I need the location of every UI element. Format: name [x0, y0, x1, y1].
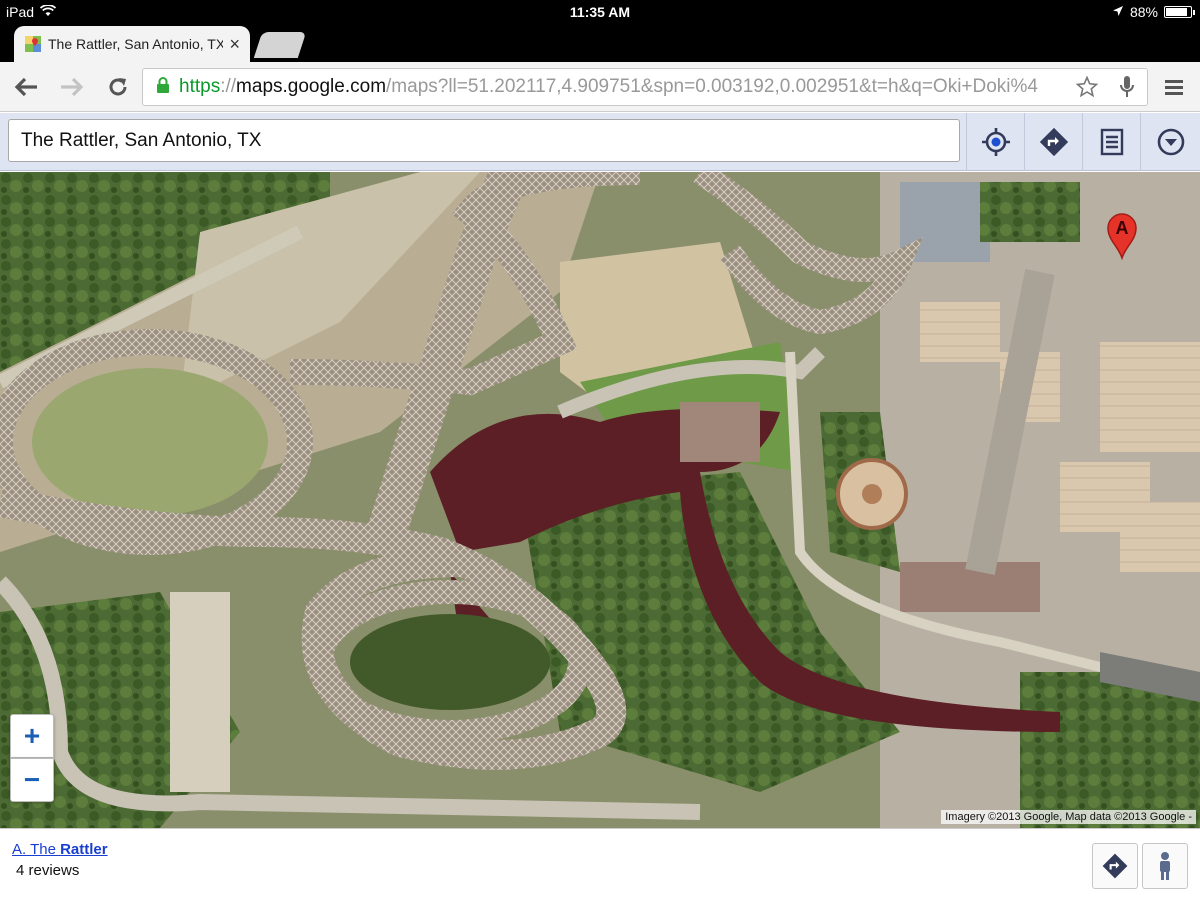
- street-view-button[interactable]: [1142, 843, 1188, 889]
- clock: 11:35 AM: [569, 4, 631, 20]
- mic-icon: [1120, 76, 1134, 97]
- address-bar[interactable]: https://maps.google.com/maps?ll=51.20211…: [142, 68, 1148, 106]
- forward-icon: [61, 77, 84, 97]
- voice-search-button[interactable]: [1107, 69, 1147, 105]
- reload-button[interactable]: [102, 72, 134, 102]
- forward-button[interactable]: [56, 72, 88, 102]
- maps-search-input[interactable]: The Rattler, San Antonio, TX: [8, 119, 960, 162]
- list-view-button[interactable]: [1082, 113, 1140, 171]
- browser-toolbar: https://maps.google.com/maps?ll=51.20211…: [0, 62, 1200, 112]
- map-marker-a[interactable]: A: [1106, 212, 1138, 260]
- options-dropdown-button[interactable]: [1140, 113, 1200, 171]
- directions-icon: [1039, 127, 1068, 157]
- zoom-out-button[interactable]: −: [10, 758, 54, 802]
- status-bar: iPad 11:35 AM 88%: [0, 0, 1200, 24]
- menu-button[interactable]: [1158, 72, 1190, 102]
- tab-strip: The Rattler, San Antonio, TX ×: [0, 24, 1200, 62]
- marker-letter: A: [1115, 218, 1129, 238]
- my-location-button[interactable]: [966, 113, 1024, 171]
- dropdown-icon: [1157, 128, 1184, 156]
- star-icon: [1076, 76, 1098, 98]
- satellite-imagery: [0, 172, 1200, 828]
- menu-icon: [1165, 80, 1183, 95]
- lock-icon: [155, 76, 171, 99]
- map-attribution: Imagery ©2013 Google, Map data ©2013 Goo…: [941, 810, 1196, 824]
- tab-active[interactable]: The Rattler, San Antonio, TX ×: [14, 26, 250, 62]
- new-tab-button[interactable]: [253, 32, 307, 58]
- bookmark-star-button[interactable]: [1067, 69, 1107, 105]
- street-view-icon: [1160, 852, 1170, 880]
- my-location-icon: [981, 128, 1010, 156]
- result-title-link[interactable]: A. The Rattler: [12, 841, 108, 858]
- result-directions-button[interactable]: [1092, 843, 1138, 889]
- tab-title: The Rattler, San Antonio, TX: [48, 36, 224, 52]
- list-icon: [1100, 128, 1123, 156]
- zoom-in-button[interactable]: +: [10, 714, 54, 758]
- result-panel: A. The Rattler 4 reviews: [0, 828, 1200, 900]
- back-button[interactable]: [10, 72, 42, 102]
- url-text: https://maps.google.com/maps?ll=51.20211…: [179, 76, 1038, 97]
- directions-button[interactable]: [1024, 113, 1082, 171]
- directions-icon: [1102, 853, 1128, 879]
- location-arrow-icon: [1112, 4, 1124, 20]
- maps-search-bar: The Rattler, San Antonio, TX: [0, 113, 1200, 171]
- battery-icon: [1164, 6, 1195, 18]
- result-name: Rattler: [60, 841, 108, 858]
- tab-close-icon[interactable]: ×: [229, 34, 240, 55]
- result-reviews: 4 reviews: [16, 862, 80, 879]
- satellite-map[interactable]: A + − Imagery ©2013 Google, Map data ©20…: [0, 172, 1200, 828]
- battery-percent: 88%: [1129, 4, 1158, 20]
- back-icon: [14, 77, 37, 97]
- google-maps-favicon-icon: [24, 35, 42, 53]
- reload-icon: [109, 78, 127, 96]
